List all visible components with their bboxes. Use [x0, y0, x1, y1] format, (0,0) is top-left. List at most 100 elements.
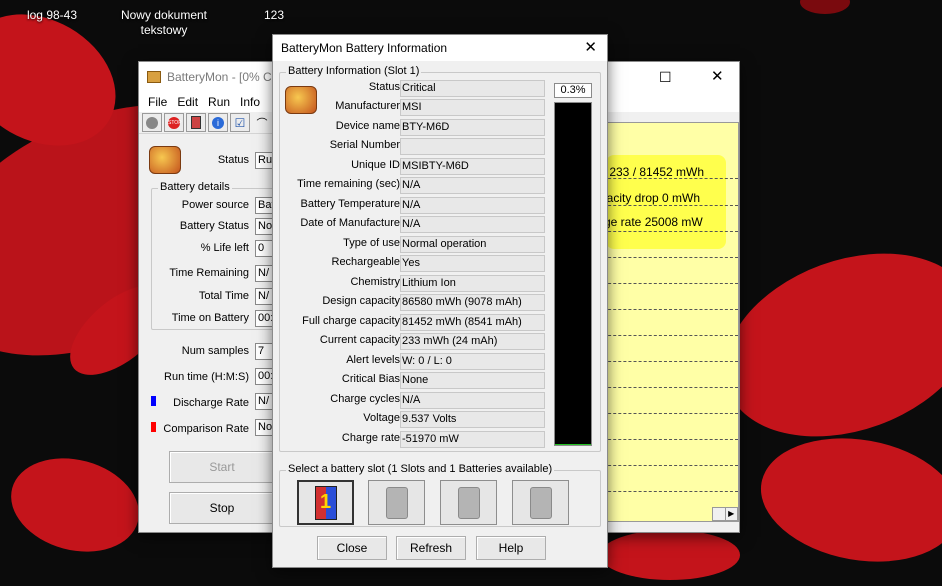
field-value: N/A	[400, 216, 545, 233]
detail-label: Total Time	[198, 290, 249, 302]
red-splash	[0, 444, 150, 566]
stop-button[interactable]: Stop	[169, 492, 275, 524]
detail-label: Power source	[181, 199, 249, 211]
detail-label: Battery Status	[179, 220, 249, 232]
refresh-button[interactable]: Refresh	[396, 536, 466, 560]
charge-level-gauge	[554, 102, 592, 446]
graph-gridline	[598, 257, 738, 258]
field-label: Date of Manufacture	[300, 217, 400, 229]
field-value: Normal operation	[400, 236, 545, 253]
dialog-titlebar[interactable]: BatteryMon Battery Information ✕	[273, 35, 607, 61]
graph-gridline	[598, 283, 738, 284]
graph-gridline	[598, 387, 738, 388]
field-label: Rechargeable	[331, 256, 401, 268]
red-splash	[751, 423, 942, 577]
battery-slot-empty[interactable]	[368, 480, 425, 525]
record-icon[interactable]	[142, 113, 162, 132]
field-label: Voltage	[363, 412, 400, 424]
num-samples-label: Num samples	[181, 345, 249, 357]
menu-run[interactable]: Run	[203, 95, 235, 109]
detail-label: Time Remaining	[169, 267, 249, 279]
checklist-icon[interactable]: ☑	[230, 113, 250, 132]
field-label: Current capacity	[319, 334, 400, 346]
scroll-right-icon[interactable]: ▶	[726, 508, 738, 520]
battery-logo-icon	[149, 146, 181, 174]
field-label: Type of use	[343, 237, 400, 249]
field-value: Yes	[400, 255, 545, 272]
field-label: Design capacity	[322, 295, 400, 307]
graph-gridline	[598, 231, 738, 232]
field-value: Lithium Ion	[400, 275, 545, 292]
menu-info[interactable]: Info	[235, 95, 265, 109]
desktop-icon-label[interactable]: Nowy dokument tekstowy	[112, 8, 216, 38]
close-icon[interactable]: ✕	[711, 67, 724, 85]
field-value: None	[400, 372, 545, 389]
field-value: MSIBTY-M6D	[400, 158, 545, 175]
close-icon[interactable]: ✕	[584, 38, 597, 56]
battery-slot-group-title: Select a battery slot (1 Slots and 1 Bat…	[286, 463, 555, 475]
field-label: Chemistry	[350, 276, 400, 288]
menu-file[interactable]: File	[143, 95, 172, 109]
status-label: Status	[217, 154, 249, 166]
graph-scrollbar[interactable]: ▶	[712, 507, 738, 521]
dialog-title: BatteryMon Battery Information	[281, 41, 448, 55]
battery-slot-1[interactable]: 1	[297, 480, 354, 525]
graph-gridline	[598, 205, 738, 206]
battery-slot-empty[interactable]	[512, 480, 569, 525]
battery-icon[interactable]	[186, 113, 206, 132]
desktop-icon-label[interactable]: log 98-43	[24, 8, 80, 23]
field-value: MSI	[400, 99, 545, 116]
field-value: 86580 mWh (9078 mAh)	[400, 294, 545, 311]
close-button[interactable]: Close	[317, 536, 387, 560]
field-label: Full charge capacity	[302, 315, 400, 327]
run-time-label: Run time (H:M:S)	[164, 371, 249, 383]
field-label: Manufacturer	[335, 100, 400, 112]
field-value: Critical	[400, 80, 545, 97]
comparison-rate-label: Comparison Rate	[163, 423, 249, 435]
graph-gridline	[598, 335, 738, 336]
graph-gridline	[598, 309, 738, 310]
red-splash	[600, 530, 740, 580]
field-value: 233 mWh (24 mAh)	[400, 333, 545, 350]
battery-graph: y 233 / 81452 mWh pacity drop 0 mWh rge …	[597, 122, 739, 522]
slot-number: 1	[319, 491, 332, 513]
empty-slot-icon	[385, 486, 408, 519]
graph-gridline	[598, 439, 738, 440]
maximize-icon[interactable]: ☐	[659, 69, 672, 86]
scroll-left-icon[interactable]	[713, 508, 726, 520]
field-value: N/A	[400, 177, 545, 194]
graph-gridline	[598, 413, 738, 414]
desktop-icon-label[interactable]: 123	[258, 8, 290, 23]
field-label: Charge rate	[341, 432, 400, 444]
field-label: Charge cycles	[330, 393, 400, 405]
field-value: N/A	[400, 392, 545, 409]
field-value: -51970 mW	[400, 431, 545, 448]
battery-app-icon	[147, 71, 161, 83]
menu-edit[interactable]: Edit	[172, 95, 203, 109]
info-icon[interactable]: i	[208, 113, 228, 132]
discharge-rate-label: Discharge Rate	[173, 397, 249, 409]
field-value: BTY-M6D	[400, 119, 545, 136]
field-label: Status	[368, 81, 400, 93]
discharge-color-swatch	[151, 396, 156, 406]
battery-slot-empty[interactable]	[440, 480, 497, 525]
field-label: Critical Bias	[341, 373, 400, 385]
main-window-title: BatteryMon - [0% C	[167, 70, 272, 84]
field-value: 9.537 Volts	[400, 411, 545, 428]
graph-gridline	[598, 491, 738, 492]
field-label: Serial Number	[329, 139, 400, 151]
stop-icon[interactable]: STOP	[164, 113, 184, 132]
graph-text-charge-rate: rge rate 25008 mW	[600, 215, 703, 229]
charge-percent-text: 0.3%	[554, 83, 592, 98]
battery-slot-icon: 1	[314, 485, 337, 520]
field-label: Alert levels	[346, 354, 400, 366]
graph-text-capacity-drop: pacity drop 0 mWh	[600, 191, 701, 205]
logo-shape	[800, 0, 850, 14]
battery-info-group-title: Battery Information (Slot 1)	[286, 65, 422, 77]
charge-level-fill	[555, 443, 591, 445]
field-value: N/A	[400, 197, 545, 214]
comparison-color-swatch	[151, 422, 156, 432]
start-button[interactable]: Start	[169, 451, 275, 483]
help-button[interactable]: Help	[476, 536, 546, 560]
chart-icon[interactable]: ⌒	[252, 113, 272, 132]
